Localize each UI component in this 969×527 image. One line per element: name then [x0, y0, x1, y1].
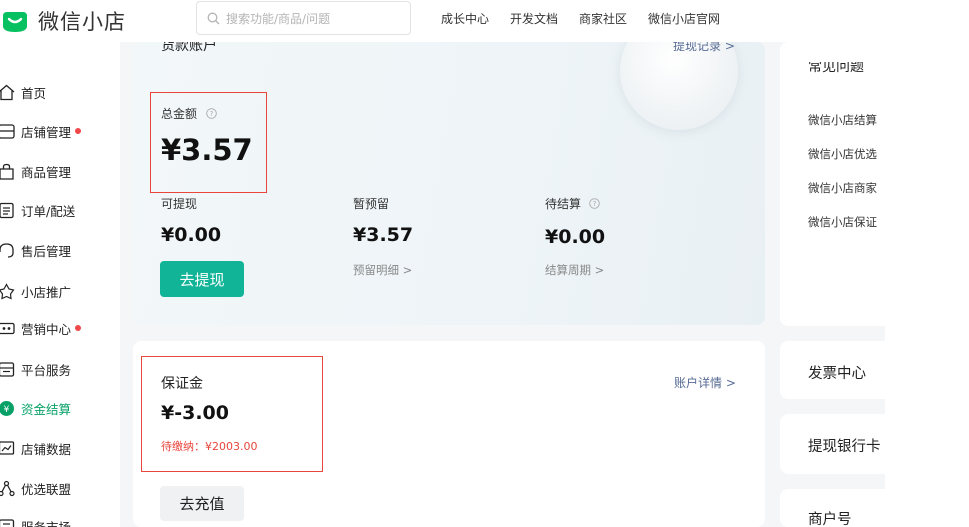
invoice-center-label: 发票中心 [808, 366, 866, 382]
top-nav: 成长中心 开发文档 商家社区 微信小店官网 [441, 10, 741, 27]
sidebar-item-label: 小店推广 [21, 284, 72, 300]
sidebar-item-store[interactable]: 店铺管理 [0, 117, 82, 145]
sidebar-item-label: 订单/配送 [21, 203, 76, 219]
faq-item[interactable]: 微信小店结算 [808, 112, 885, 128]
topnav-official-site[interactable]: 微信小店官网 [648, 10, 720, 27]
search-placeholder: 搜索功能/商品/问题 [226, 11, 331, 26]
home-icon [0, 84, 15, 100]
market-icon [0, 518, 15, 527]
total-amount-label: 总金额 [161, 107, 198, 121]
faq-title: 常见问题 [808, 62, 864, 75]
sidebar-item-label: 商品管理 [21, 164, 72, 180]
sidebar-item-alliance[interactable]: 优选联盟 [0, 474, 71, 502]
sidebar-item-label: 服务市场 [21, 519, 72, 527]
deposit-due-amount: 待缴纳：¥2003.00 [161, 440, 258, 453]
reserved-detail-link[interactable]: 预留明细 > [353, 262, 412, 278]
faq-item[interactable]: 微信小店商家 [808, 180, 885, 196]
withdraw-button[interactable]: 去提现 [160, 261, 244, 297]
recharge-button[interactable]: 去充值 [160, 486, 244, 521]
sidebar-item-store-data[interactable]: 店铺数据 [0, 434, 71, 462]
help-icon[interactable]: ? [206, 108, 217, 119]
wechat-shop-logo-icon [3, 12, 27, 32]
store-icon [0, 123, 15, 139]
service-icon [0, 361, 15, 377]
sidebar-item-orders[interactable]: 订单/配送 [0, 196, 75, 224]
topnav-dev-docs[interactable]: 开发文档 [510, 10, 558, 27]
balance-card-title: 货款账户 [161, 42, 217, 54]
notification-dot [75, 128, 82, 134]
merchant-id-label: 商户号 [808, 512, 852, 527]
total-amount-label-group: 总金额 ? [161, 103, 217, 122]
svg-text:?: ? [210, 110, 214, 118]
withdrawable-value: ¥0.00 [161, 224, 222, 246]
headset-icon [0, 242, 14, 258]
logo[interactable]: 微信小店 [0, 6, 126, 36]
network-icon [0, 480, 15, 496]
sidebar-item-promotion[interactable]: 小店推广 [0, 277, 71, 305]
app-title: 微信小店 [38, 10, 126, 34]
reserved-label: 暂预留 [353, 197, 390, 211]
sidebar-item-platform-service[interactable]: 平台服务 [0, 355, 71, 383]
withdraw-record-link[interactable]: 提现记录 > [673, 42, 735, 54]
pending-value: ¥0.00 [545, 226, 606, 248]
order-icon [0, 202, 14, 218]
sidebar-item-label: 店铺管理 [21, 124, 72, 140]
coin-decoration [620, 42, 738, 130]
sidebar-item-label: 售后管理 [21, 243, 72, 259]
notification-dot [75, 325, 82, 331]
withdrawable-label: 可提现 [161, 197, 198, 211]
sidebar-item-service-market[interactable]: 服务市场 [0, 512, 71, 527]
promote-icon [0, 282, 15, 299]
deposit-label: 保证金 [161, 376, 203, 392]
yuan-icon: ¥ [0, 400, 14, 416]
sidebar-item-label: 首页 [21, 85, 47, 101]
sidebar-item-label: 营销中心 [21, 321, 72, 337]
account-detail-link[interactable]: 账户详情 > [674, 374, 736, 391]
topnav-growth-center[interactable]: 成长中心 [441, 10, 489, 27]
sidebar-item-label: 资金结算 [21, 401, 72, 417]
reserved-value: ¥3.57 [353, 224, 414, 246]
pending-label-group: 待结算 ? [545, 195, 600, 212]
pending-label: 待结算 [545, 197, 582, 211]
svg-text:?: ? [592, 200, 596, 208]
sidebar-item-settlement[interactable]: ¥ 资金结算 [0, 394, 71, 422]
chart-icon [0, 440, 15, 455]
bag-icon [0, 163, 14, 180]
search-icon [207, 12, 220, 24]
sidebar-item-label: 平台服务 [21, 362, 72, 378]
svg-text:¥: ¥ [4, 405, 10, 415]
help-icon[interactable]: ? [589, 198, 600, 209]
sidebar-item-home[interactable]: 首页 [0, 78, 46, 106]
deposit-value: ¥-3.00 [161, 402, 229, 424]
faq-item[interactable]: 微信小店优选 [808, 146, 885, 162]
sidebar-item-marketing[interactable]: 营销中心 [0, 314, 82, 342]
coupon-icon [0, 322, 15, 334]
sidebar-item-label: 店铺数据 [21, 441, 72, 457]
total-amount-value: ¥3.57 [161, 133, 253, 167]
faq-item[interactable]: 微信小店保证 [808, 214, 885, 230]
search-input[interactable]: 搜索功能/商品/问题 [196, 1, 411, 35]
topnav-merchant-community[interactable]: 商家社区 [579, 10, 627, 27]
bank-card-label: 提现银行卡 [808, 439, 881, 455]
sidebar-item-after-sales[interactable]: 售后管理 [0, 236, 71, 264]
sidebar-item-products[interactable]: 商品管理 [0, 157, 71, 185]
sidebar-item-label: 优选联盟 [21, 481, 72, 497]
settlement-cycle-link[interactable]: 结算周期 > [545, 262, 604, 278]
